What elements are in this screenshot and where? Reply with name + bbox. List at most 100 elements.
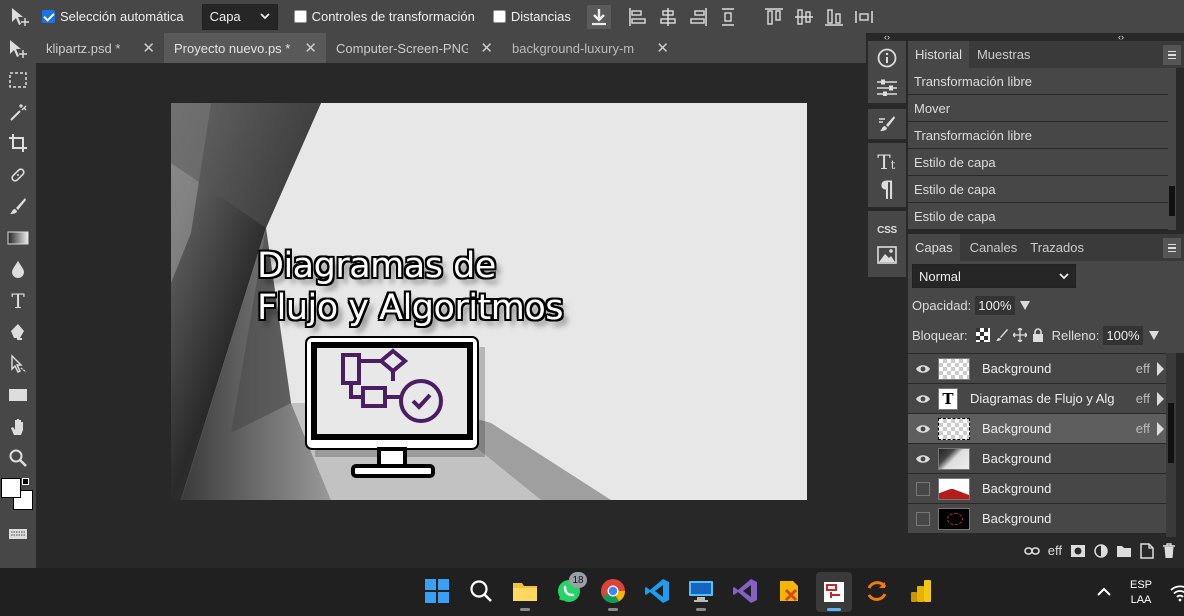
folder-icon[interactable] [1116,544,1132,558]
crop-tool[interactable] [0,128,36,160]
tab-canales[interactable]: Canales [960,234,1025,261]
tab-historial[interactable]: Historial [908,41,969,68]
shape-tool[interactable] [0,380,36,412]
close-icon[interactable]: ✕ [304,39,317,57]
eye-icon[interactable] [908,424,938,434]
start-button[interactable] [424,578,450,604]
distances-check[interactable] [492,10,506,23]
history-item[interactable]: Estilo de capa [908,203,1168,230]
layers-menu-icon[interactable] [1163,238,1181,258]
lock-all-icon[interactable] [1032,328,1044,342]
layer-row[interactable]: Background [908,503,1166,533]
distances-checkbox[interactable]: Distancias [492,0,571,33]
history-item[interactable]: Mover [908,95,1168,122]
collapse-arrows-icon[interactable]: ‹› [866,33,908,42]
whatsapp-button[interactable]: 18 [556,572,587,604]
expand-effects-icon[interactable] [1157,361,1164,376]
mask-icon[interactable] [1070,544,1086,558]
history-scroll-thumb[interactable] [1169,186,1175,216]
info-icon[interactable] [877,48,897,68]
brush-tool[interactable] [0,191,36,223]
character-icon[interactable]: Tt [876,150,898,172]
brush-settings-button[interactable] [868,109,906,139]
color-swatches[interactable] [0,474,36,522]
history-item[interactable]: Transformación libre [908,68,1168,95]
opacity-input[interactable]: 100% [975,295,1015,315]
history-item[interactable]: Estilo de capa [908,149,1168,176]
layer-effects-label[interactable]: eff [1136,421,1150,436]
blend-mode-dropdown[interactable]: Normal [912,264,1076,288]
distribute-vertical-icon[interactable] [717,6,739,28]
tab-proyecto-nuevo[interactable]: Proyecto nuevo.ps * ✕ [164,33,326,63]
layer-effects-label[interactable]: eff [1136,391,1150,406]
layer-row[interactable]: Background [908,443,1166,473]
css-icon[interactable]: CSS [877,225,897,236]
transform-controls-check[interactable] [293,10,307,23]
chrome-button[interactable] [600,578,626,611]
move-tool-icon[interactable] [0,0,40,33]
lock-pixels-icon[interactable] [995,328,1009,342]
eye-icon[interactable] [908,454,938,464]
hand-tool[interactable] [0,411,36,443]
path-select-tool[interactable] [0,348,36,380]
power-bi-button[interactable] [908,578,934,604]
document-canvas[interactable]: Diagramas de Flujo y Algoritmos [171,103,807,500]
history-item[interactable]: Transformación libre [908,122,1168,149]
close-icon[interactable]: ✕ [480,39,493,57]
visual-studio-button[interactable] [732,578,758,604]
layer-row[interactable]: T Diagramas de Flujo y Alg eff [908,383,1166,413]
paragraph-icon[interactable]: ¶ [878,178,896,200]
expand-effects-icon[interactable] [1157,421,1164,436]
align-bottom-icon[interactable] [823,6,845,28]
new-layer-icon[interactable] [1140,542,1154,559]
layers-scrollbar[interactable] [1166,353,1176,537]
adjustments-icon[interactable] [876,78,898,96]
align-left-icon[interactable] [627,6,649,28]
close-icon[interactable]: ✕ [142,39,155,57]
app-button-orange[interactable] [776,578,802,604]
layer-row[interactable]: Background eff [908,353,1166,383]
file-explorer-button[interactable] [512,578,538,611]
wifi-icon[interactable] [1170,584,1184,602]
image-icon[interactable] [877,245,897,264]
zoom-tool[interactable] [0,443,36,475]
remote-desktop-button[interactable] [688,578,714,611]
fill-input[interactable]: 100% [1103,325,1143,345]
history-menu-icon[interactable] [1163,45,1181,65]
sync-app-button[interactable] [864,578,890,604]
eye-icon[interactable] [908,394,938,404]
search-button[interactable] [468,578,494,604]
lock-position-icon[interactable] [1012,328,1027,342]
lock-transparency-icon[interactable] [975,328,990,342]
align-top-icon[interactable] [763,6,785,28]
visibility-toggle[interactable] [908,511,938,526]
link-layers-icon[interactable] [1023,546,1040,556]
default-colors-icon[interactable] [22,478,29,485]
layer-row[interactable]: Background eff [908,413,1166,443]
adjustment-layer-icon[interactable] [1094,543,1108,558]
tab-computer-screen[interactable]: Computer-Screen-PNG ✕ [326,33,502,63]
auto-select-checkbox[interactable]: Selección automática [42,0,184,33]
align-middle-icon[interactable] [793,6,815,28]
layer-effects-icon[interactable]: eff [1048,543,1062,558]
layers-scroll-thumb[interactable] [1168,403,1174,463]
auto-select-check[interactable] [42,10,55,23]
align-center-icon[interactable] [657,6,679,28]
marquee-tool[interactable] [0,65,36,97]
blur-tool[interactable] [0,254,36,286]
caret-down-icon[interactable] [1148,330,1159,340]
trash-icon[interactable] [1162,542,1176,559]
align-right-icon[interactable] [687,6,709,28]
foreground-color[interactable] [1,478,21,498]
close-icon[interactable]: ✕ [656,39,669,57]
healing-tool[interactable] [0,159,36,191]
tab-capas[interactable]: Capas [908,234,960,261]
layer-row[interactable]: Background [908,473,1166,503]
pen-tool[interactable] [0,317,36,349]
visibility-toggle[interactable] [908,481,938,496]
type-tool[interactable]: T [0,285,36,317]
photopea-button[interactable] [816,572,852,612]
eye-icon[interactable] [908,364,938,374]
vscode-button[interactable] [644,578,670,604]
keyboard-tool[interactable] [0,522,36,546]
